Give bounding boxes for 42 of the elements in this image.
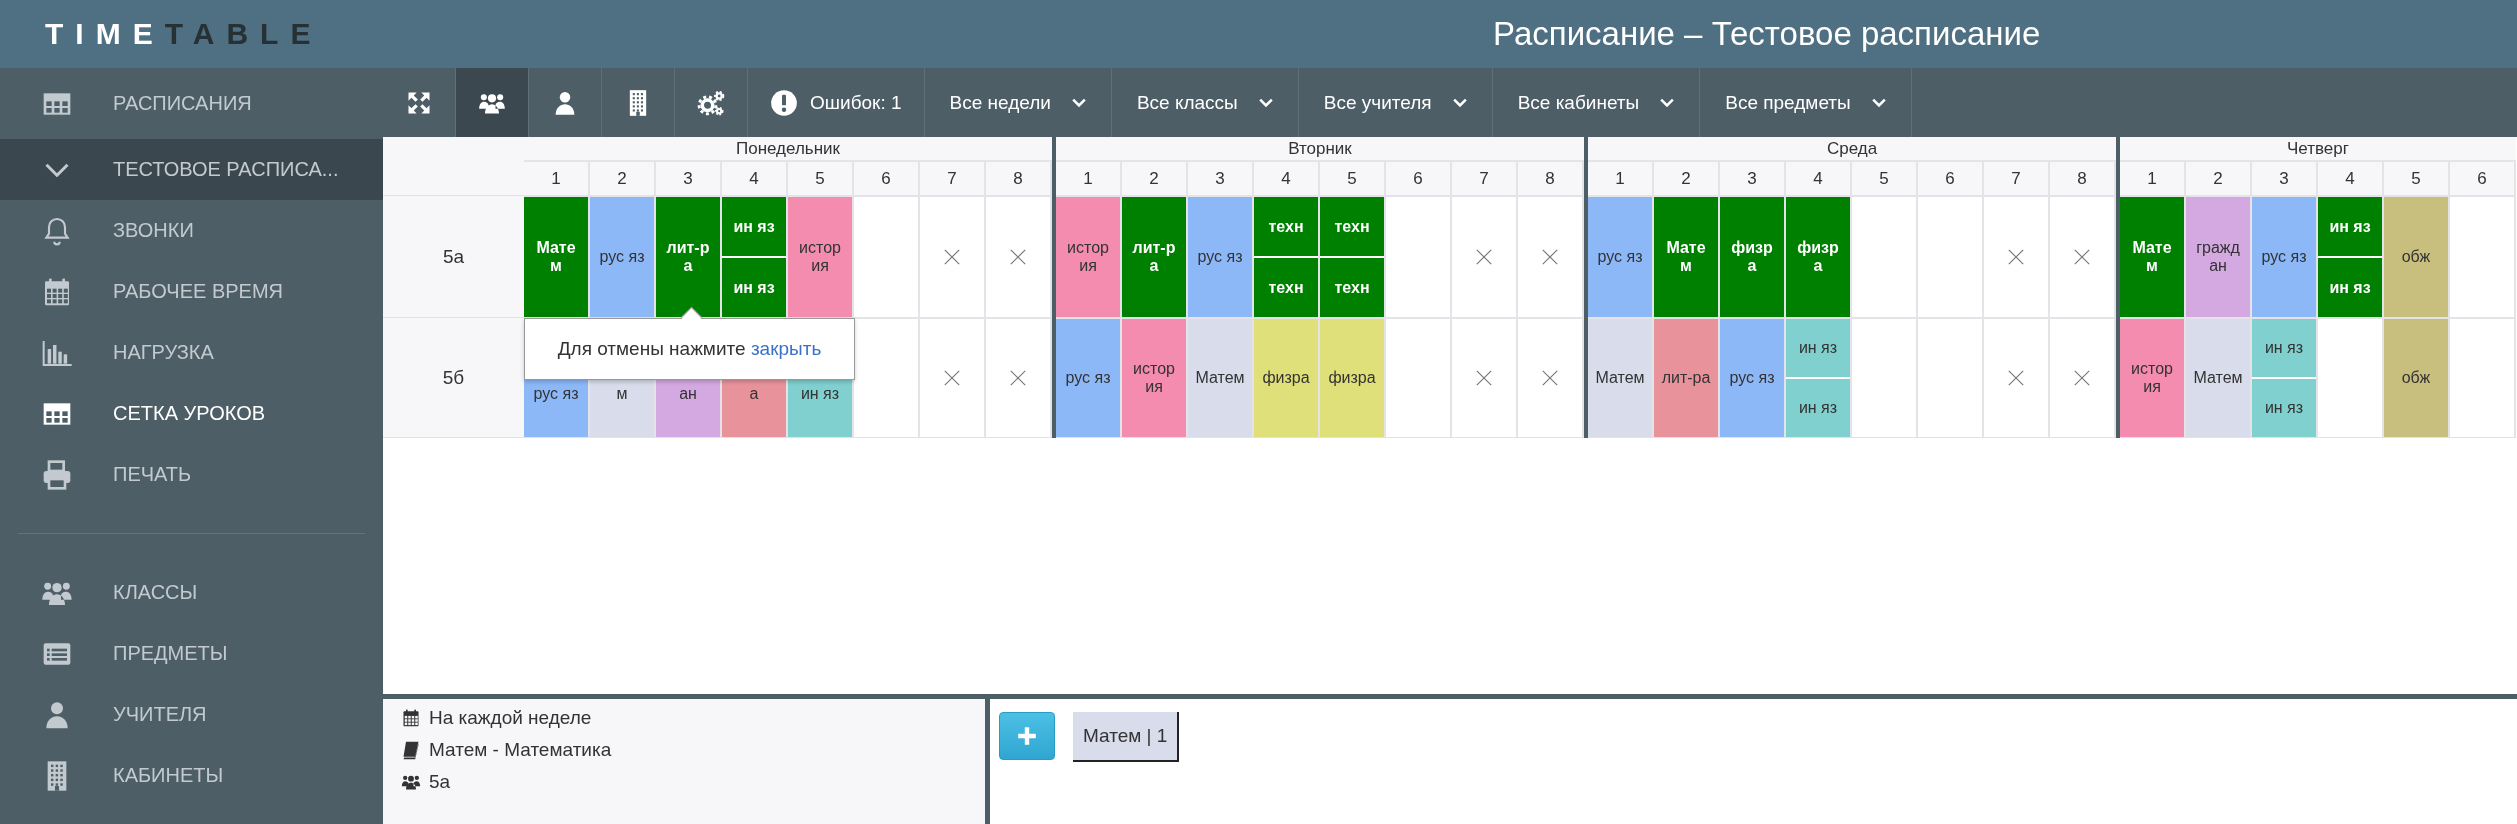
period-number: 6: [2477, 168, 2487, 189]
period-number: 7: [947, 168, 957, 189]
period-number: 8: [1545, 168, 1555, 189]
period-number: 6: [1413, 168, 1423, 189]
period-number: 5: [2411, 168, 2421, 189]
class-label: 5а: [442, 245, 465, 268]
detail-text: На каждой неделе: [429, 707, 592, 729]
period-number: 6: [881, 168, 891, 189]
class-label: 5б: [442, 366, 465, 389]
period-number: 7: [2011, 168, 2021, 189]
logo: TIME TABLE: [44, 17, 324, 51]
period-number: 4: [1281, 168, 1291, 189]
day-name: Вторник: [1288, 138, 1352, 159]
period-number: 3: [1747, 168, 1757, 189]
period-number: 8: [2077, 168, 2087, 189]
period-number: 7: [1479, 168, 1489, 189]
period-number: 2: [2213, 168, 2223, 189]
period-number: 4: [749, 168, 759, 189]
detail-text: Матем - Математика: [429, 739, 612, 761]
period-number: 6: [1945, 168, 1955, 189]
day-name: Четверг: [2287, 138, 2349, 159]
period-number: 2: [1681, 168, 1691, 189]
period-number: 1: [2147, 168, 2157, 189]
detail-text: 5а: [429, 771, 451, 793]
page-title: Расписание – Тестовое расписание: [1493, 15, 2041, 53]
period-number: 4: [2345, 168, 2355, 189]
period-number: 1: [551, 168, 561, 189]
period-number: 5: [1347, 168, 1357, 189]
day-name: Среда: [1826, 138, 1878, 159]
period-number: 3: [1215, 168, 1225, 189]
period-number: 2: [1149, 168, 1159, 189]
period-number: 5: [1879, 168, 1889, 189]
period-number: 1: [1615, 168, 1625, 189]
period-number: 5: [815, 168, 825, 189]
period-number: 2: [617, 168, 627, 189]
period-number: 8: [1013, 168, 1023, 189]
period-number: 4: [1813, 168, 1823, 189]
period-number: 3: [2279, 168, 2289, 189]
tooltip-text: Для отмены нажмите закрыть: [557, 338, 822, 360]
period-number: 3: [683, 168, 693, 189]
day-name: Понедельник: [735, 138, 841, 159]
period-number: 1: [1083, 168, 1093, 189]
